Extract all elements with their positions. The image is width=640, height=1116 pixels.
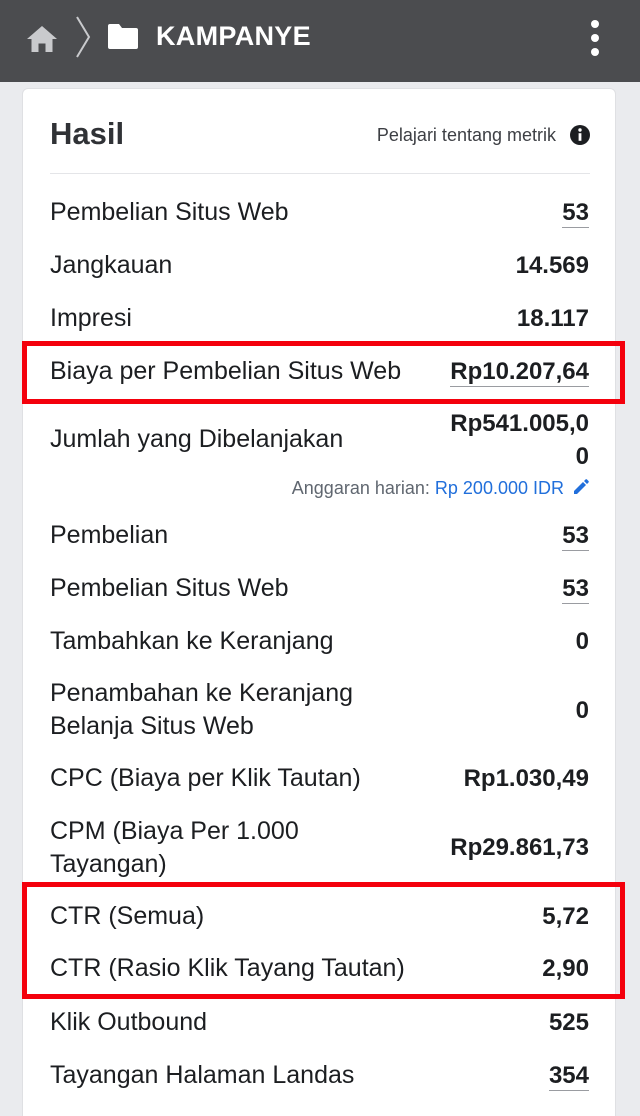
metric-label: Pembelian Situs Web: [50, 198, 289, 226]
metric-label: CPC (Biaya per Klik Tautan): [50, 764, 361, 792]
metric-label: Impresi: [50, 304, 132, 332]
daily-budget[interactable]: Anggaran harian: Rp 200.000 IDR: [292, 478, 590, 499]
metric-value: 0: [575, 628, 589, 655]
page-title: KAMPANYE: [156, 21, 311, 51]
home-icon[interactable]: [26, 24, 58, 54]
metric-value: 14.569: [515, 252, 589, 279]
more-vertical-icon[interactable]: [583, 18, 607, 58]
chevron-right-icon: [76, 16, 91, 58]
metric-label: Pembelian Situs Web: [50, 574, 289, 602]
metric-value: 18.117: [516, 305, 589, 332]
metric-value: Rp29.861,73: [450, 834, 589, 861]
metric-value[interactable]: 53: [562, 519, 589, 552]
metric-label: Pembelian: [50, 521, 169, 549]
metric-label: Penambahan ke Keranjang Belanja Situs We…: [50, 679, 354, 740]
metric-value[interactable]: 53: [562, 572, 589, 605]
highlight-box: [22, 882, 625, 999]
metric-label: Tayangan Halaman Landas: [50, 1061, 355, 1089]
metric-value: Rp541.005,00: [450, 410, 589, 470]
metric-label: Tambahkan ke Keranjang: [50, 627, 334, 655]
daily-budget-label: Anggaran harian:: [291, 478, 430, 498]
metric-label: CPM (Biaya Per 1.000 Tayangan): [50, 817, 299, 878]
metric-label: Jangkauan: [50, 251, 173, 279]
results-title: Hasil: [50, 116, 125, 151]
info-icon[interactable]: [569, 124, 591, 146]
divider: [50, 173, 590, 174]
learn-metrics-link[interactable]: Pelajari tentang metrik: [377, 125, 556, 146]
daily-budget-value[interactable]: Rp 200.000 IDR: [435, 478, 564, 498]
top-bar: KAMPANYE: [0, 0, 640, 82]
metric-value: 525: [548, 1009, 589, 1036]
metric-value: Rp1.030,49: [463, 765, 589, 792]
metric-label: Klik Outbound: [50, 1008, 208, 1036]
metric-value[interactable]: 354: [548, 1059, 589, 1092]
metric-value: 0: [575, 697, 589, 724]
pencil-icon[interactable]: [572, 478, 590, 496]
metric-value[interactable]: 53: [562, 196, 589, 229]
highlight-box: [22, 341, 625, 404]
metric-label: Jumlah yang Dibelanjakan: [50, 425, 344, 453]
folder-icon: [108, 24, 138, 49]
